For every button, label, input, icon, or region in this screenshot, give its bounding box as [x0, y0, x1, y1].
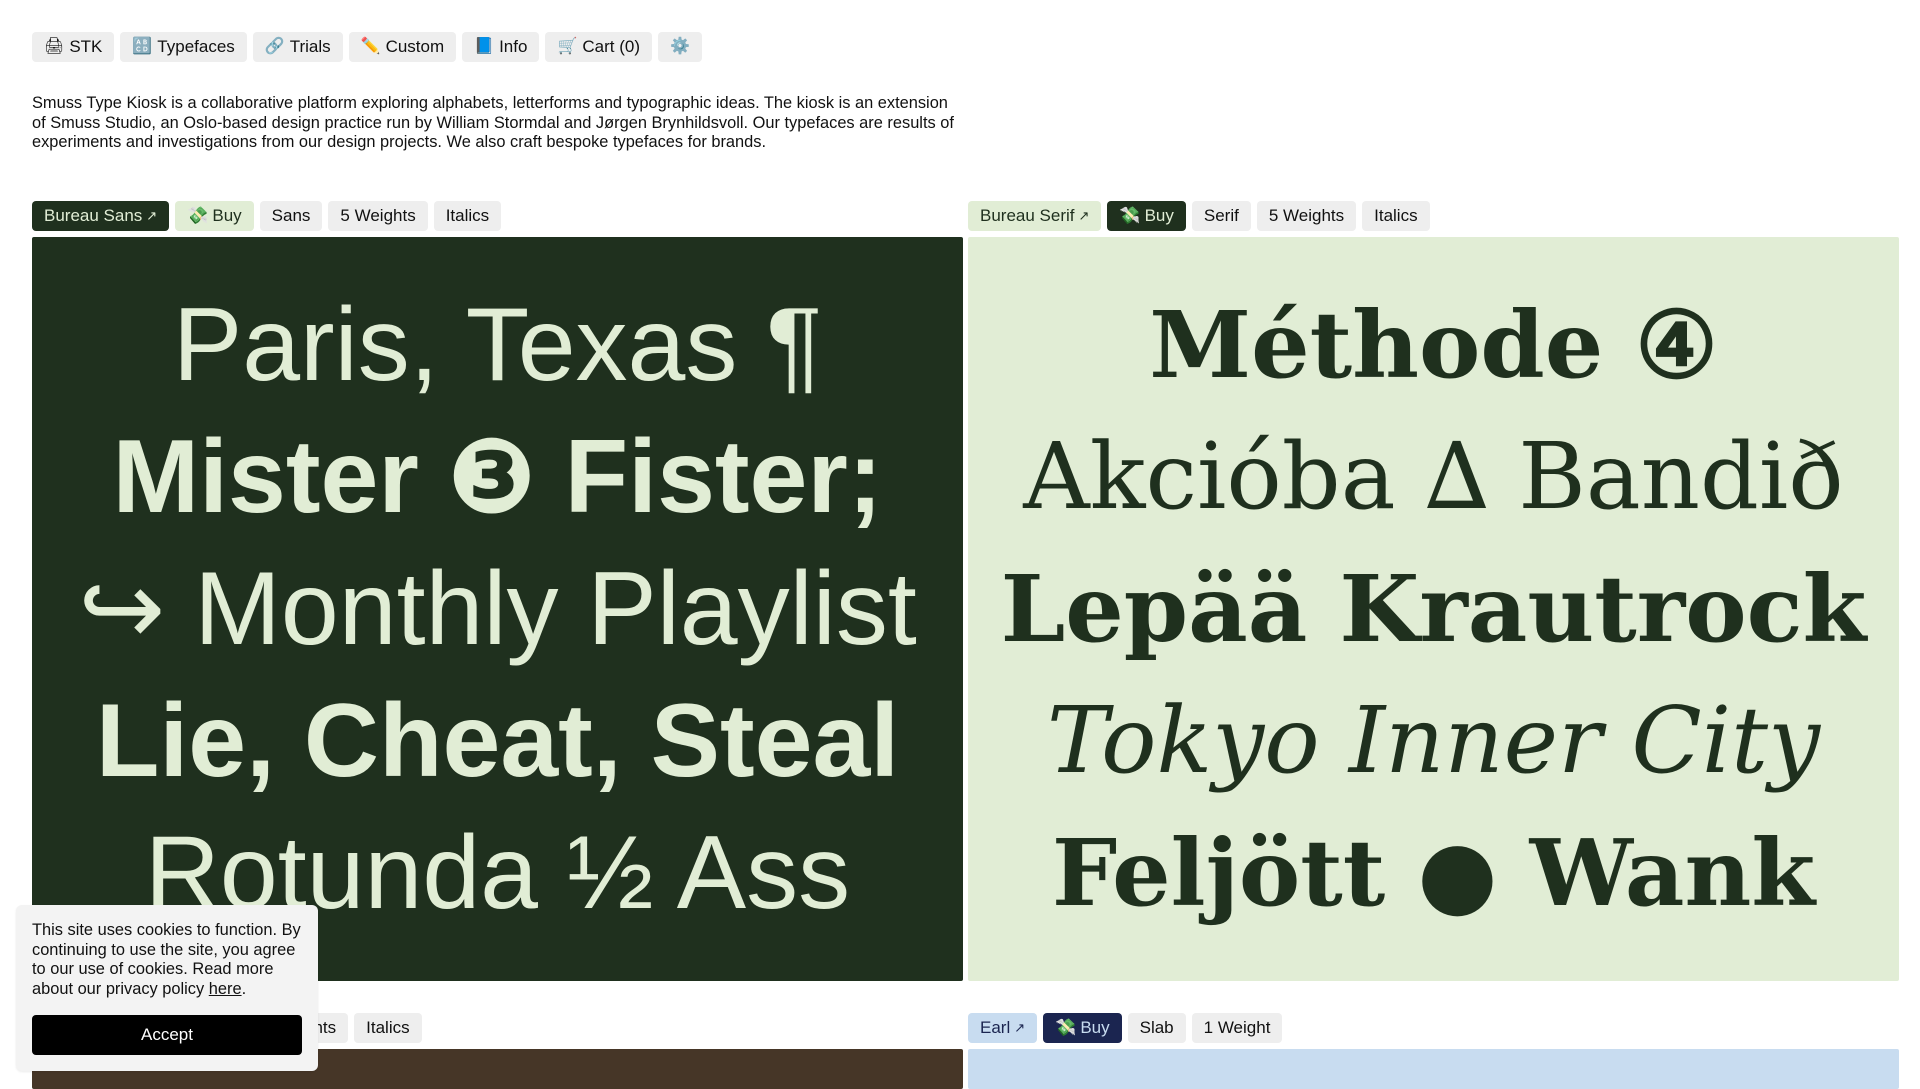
nav-cart-label: Cart (0) — [582, 37, 640, 56]
money-icon: 💸 — [187, 206, 209, 225]
nav-info-button[interactable]: 📘 Info — [462, 32, 540, 62]
bureau-sans-tags: Bureau Sans ↗ 💸 Buy Sans 5 Weights Italics — [32, 201, 502, 231]
cookie-message: This site uses cookies to function. By c… — [32, 921, 308, 999]
accept-cookies-button[interactable]: Accept — [32, 1015, 302, 1055]
specimen-line: Mister ❸ Fister; — [112, 419, 883, 535]
printer-icon: 🖨 — [44, 38, 65, 55]
gear-icon: ⚙️ — [669, 38, 690, 55]
specimen-line: Méthode ④ — [1149, 291, 1718, 399]
bureau-serif-tag-italics: Italics — [1362, 201, 1430, 231]
earl-link[interactable]: Earl ↗ — [968, 1013, 1038, 1043]
bureau-sans-link[interactable]: Bureau Sans ↗ — [32, 201, 170, 231]
earl-tag-class: Slab — [1127, 1013, 1186, 1043]
specimen-line: Tokyo Inner City — [1046, 687, 1821, 794]
cookie-text: This site uses cookies to function. By c… — [32, 921, 301, 998]
earl-tag-weights: 1 Weight — [1191, 1013, 1283, 1043]
specimen-line: Akcióba ∆ Bandið — [1023, 423, 1844, 530]
specimen-line: Feljött ● Wank — [1051, 819, 1816, 927]
specimen-line: ↪ Monthly Playlist — [78, 551, 917, 667]
buy-label: Buy — [1144, 206, 1174, 225]
bureau-serif-tags: Bureau Serif ↗ 💸 Buy Serif 5 Weights Itali… — [968, 201, 1430, 231]
bureau-serif-link[interactable]: Bureau Serif ↗ — [968, 201, 1102, 231]
cookie-period: . — [241, 979, 247, 998]
buy-label: Buy — [1080, 1018, 1110, 1037]
nav-info-label: Info — [499, 37, 528, 56]
pencil-icon: ✏️ — [360, 38, 381, 55]
abcd-icon: 🔠 — [132, 38, 153, 55]
nav-stk-label: STK — [69, 37, 103, 56]
bureau-serif-tag-weights: 5 Weights — [1256, 201, 1357, 231]
earl-name: Earl — [980, 1018, 1011, 1037]
bureau-serif-tag-class: Serif — [1191, 201, 1251, 231]
buy-label: Buy — [212, 206, 242, 225]
external-arrow-icon: ↗ — [1014, 1020, 1026, 1035]
third-font-tag-italics: Italics — [354, 1013, 422, 1043]
link-icon: 🔗 — [264, 38, 285, 55]
nav-settings-button[interactable]: ⚙️ — [657, 32, 702, 62]
cart-icon: 🛒 — [557, 38, 578, 55]
nav-custom-button[interactable]: ✏️ Custom — [348, 32, 457, 62]
specimen-line: Paris, Texas ¶ — [172, 287, 823, 403]
nav-trials-label: Trials — [289, 37, 331, 56]
intro-text: Smuss Type Kiosk is a collaborative plat… — [32, 94, 954, 152]
nav-typefaces-label: Typefaces — [157, 37, 235, 56]
nav-typefaces-button[interactable]: 🔠 Typefaces — [120, 32, 247, 62]
bureau-sans-buy-button[interactable]: 💸 Buy — [175, 201, 254, 231]
privacy-policy-link[interactable]: here — [209, 980, 242, 998]
nav-custom-label: Custom — [385, 37, 445, 56]
external-arrow-icon: ↗ — [146, 208, 158, 223]
book-icon: 📘 — [474, 38, 495, 55]
money-icon: 💸 — [1119, 206, 1141, 225]
nav-trials-button[interactable]: 🔗 Trials — [252, 32, 343, 62]
earl-tags: Earl ↗ 💸 Buy Slab 1 Weight — [968, 1013, 1283, 1043]
specimen-line: Lepää Krautrock — [1000, 555, 1867, 663]
bureau-sans-tag-class: Sans — [259, 201, 323, 231]
bureau-serif-name: Bureau Serif — [980, 206, 1075, 225]
bureau-serif-buy-button[interactable]: 💸 Buy — [1107, 201, 1186, 231]
bureau-serif-specimen[interactable]: Méthode ④ Akcióba ∆ Bandið Lepää Krautro… — [968, 237, 1899, 981]
top-nav: 🖨 STK 🔠 Typefaces 🔗 Trials ✏️ Custom 📘 Info 🛒… — [32, 32, 702, 62]
specimen-line: Lie, Cheat, Steal — [95, 683, 900, 799]
bureau-sans-tag-weights: 5 Weights — [328, 201, 428, 231]
bureau-sans-name: Bureau Sans — [44, 206, 143, 225]
earl-specimen[interactable] — [968, 1049, 1899, 1089]
cookie-banner: This site uses cookies to function. By c… — [16, 905, 318, 1071]
money-icon: 💸 — [1055, 1018, 1077, 1037]
bureau-sans-specimen[interactable]: Paris, Texas ¶ Mister ❸ Fister; ↪ Monthl… — [32, 237, 963, 981]
nav-cart-button[interactable]: 🛒 Cart (0) — [545, 32, 652, 62]
nav-stk-button[interactable]: 🖨 STK — [32, 32, 115, 62]
earl-buy-button[interactable]: 💸 Buy — [1043, 1013, 1122, 1043]
external-arrow-icon: ↗ — [1078, 208, 1090, 223]
bureau-sans-tag-italics: Italics — [433, 201, 502, 231]
